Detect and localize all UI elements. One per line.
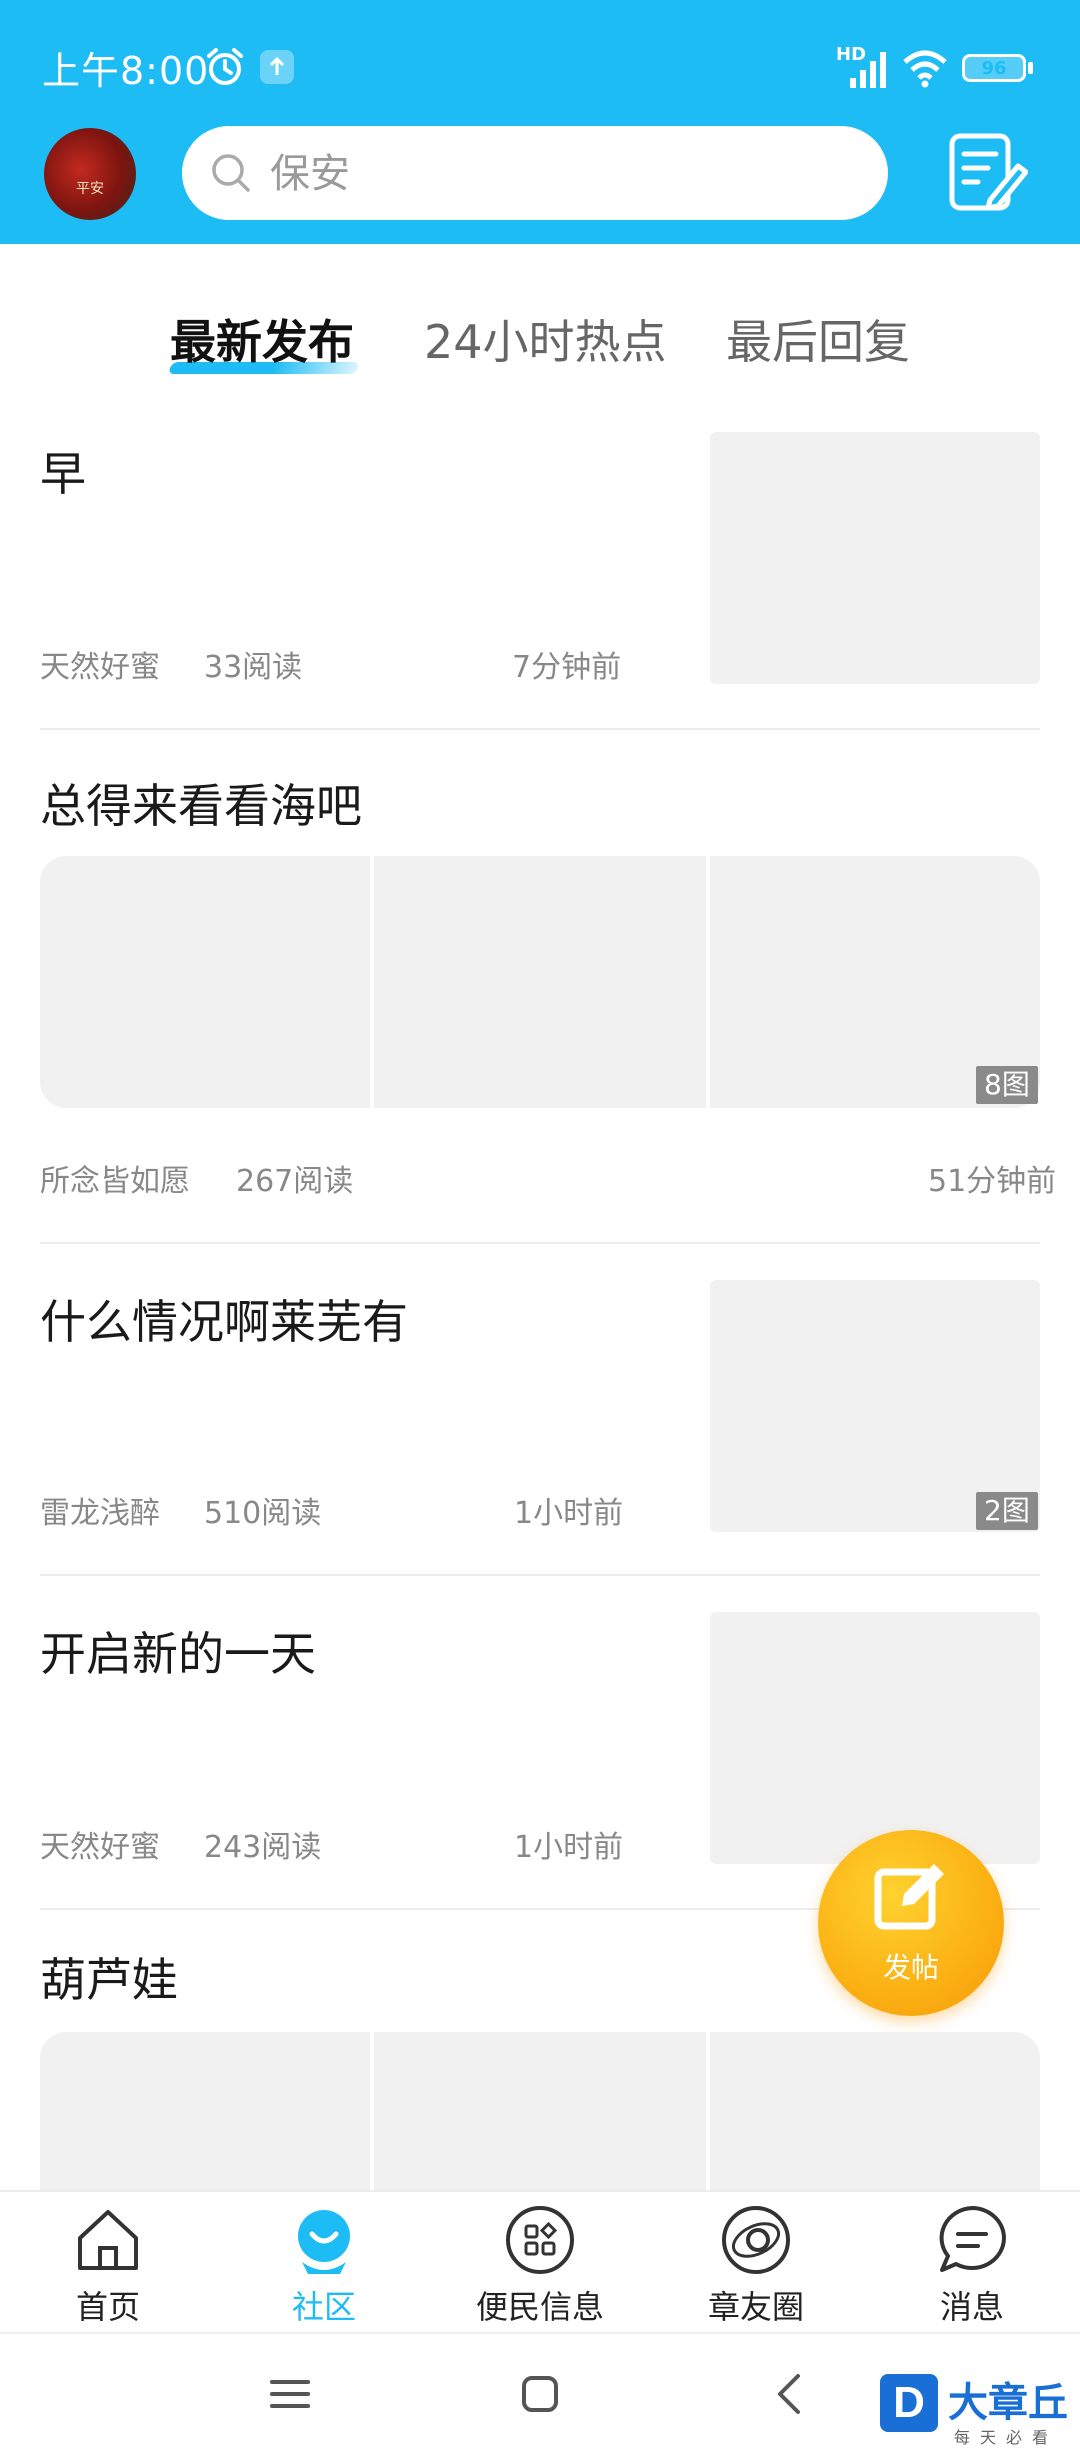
- watermark-subtitle: 每天必看: [954, 2428, 1059, 2447]
- watermark-name: 大章丘: [948, 2380, 1068, 2426]
- post-author[interactable]: 所念皆如愿: [40, 1156, 190, 1200]
- search-bar[interactable]: [182, 126, 888, 220]
- home-button-icon[interactable]: [510, 2364, 570, 2424]
- back-icon[interactable]: [760, 2364, 820, 2424]
- watermark-logo: D 大章丘 每天必看: [876, 2370, 1076, 2456]
- post-title: 早: [40, 447, 86, 501]
- battery-indicator: 96: [962, 54, 1026, 82]
- post-image-grid[interactable]: [40, 856, 1040, 1108]
- new-post-button[interactable]: 发帖: [818, 1830, 1004, 2016]
- nav-label: 社区: [291, 2288, 356, 2326]
- image-count-badge: 8图: [976, 1066, 1038, 1104]
- planet-icon: [722, 2206, 790, 2274]
- post-reads: 243阅读: [204, 1830, 322, 1865]
- post-title: 总得来看看海吧: [40, 779, 362, 833]
- nav-circle[interactable]: 章友圈: [648, 2192, 864, 2334]
- post-thumbnail[interactable]: [710, 1612, 1040, 1864]
- alarm-icon: [207, 48, 243, 85]
- bottom-nav: 首页 社区 便民信息 章友圈 消息: [0, 2190, 1080, 2334]
- watermark-logo-mark: D: [880, 2374, 938, 2432]
- status-time: 上午8:00: [42, 49, 210, 93]
- search-input[interactable]: [268, 146, 852, 202]
- battery-nub: [1028, 62, 1033, 74]
- nav-community[interactable]: 社区: [216, 2192, 432, 2334]
- divider: [40, 1242, 1040, 1244]
- post-reads: 33阅读: [204, 650, 303, 685]
- edit-icon: [874, 1864, 944, 1930]
- signal-icon: [850, 52, 886, 88]
- post-time: 1小时前: [514, 1496, 624, 1531]
- post-reads: 267阅读: [236, 1164, 354, 1199]
- search-icon: [212, 154, 250, 192]
- nav-home[interactable]: 首页: [0, 2192, 216, 2334]
- upload-notification-icon: [260, 50, 294, 84]
- tab-last-reply[interactable]: 最后回复: [726, 306, 910, 372]
- apps-icon: [506, 2206, 574, 2274]
- chat-icon: [939, 2206, 1006, 2272]
- post-item[interactable]: 总得来看看海吧 8图 所念皆如愿 267阅读 51分钟前: [40, 770, 1056, 1250]
- battery-level: 96: [981, 58, 1007, 79]
- divider: [40, 1574, 1040, 1576]
- feed-tabs: 最新发布 24小时热点 最后回复: [0, 290, 1080, 380]
- post-author[interactable]: 雷龙浅醉: [40, 1488, 160, 1532]
- post-author[interactable]: 天然好蜜: [40, 1822, 160, 1866]
- post-time: 51分钟前: [928, 1164, 1057, 1199]
- post-title: 葫芦娃: [40, 1953, 178, 2007]
- nav-label: 首页: [75, 2288, 140, 2326]
- compose-note-icon[interactable]: [946, 130, 1028, 216]
- post-author[interactable]: 天然好蜜: [40, 642, 160, 686]
- avatar[interactable]: 平安: [44, 128, 136, 220]
- community-icon: [298, 2210, 350, 2274]
- app-header: 上午8:00 HD 96 平安: [0, 0, 1080, 244]
- post-thumbnail[interactable]: [710, 432, 1040, 684]
- post-image[interactable]: [40, 2032, 370, 2192]
- status-bar: 上午8:00 HD 96: [0, 0, 1080, 130]
- post-image[interactable]: [710, 2032, 1040, 2192]
- post-item[interactable]: 什么情况啊莱芜有 雷龙浅醉 510阅读 1小时前 2图: [40, 1280, 1040, 1580]
- post-item[interactable]: 早 天然好蜜 33阅读 7分钟前: [40, 432, 1040, 732]
- post-title: 开启新的一天: [40, 1627, 316, 1681]
- post-image-grid[interactable]: [40, 2032, 1040, 2192]
- post-image[interactable]: [374, 2032, 706, 2192]
- nav-services[interactable]: 便民信息: [432, 2192, 648, 2334]
- new-post-label: 发帖: [882, 1951, 939, 1984]
- nav-label: 消息: [939, 2288, 1004, 2326]
- post-time: 1小时前: [514, 1830, 624, 1865]
- post-title: 什么情况啊莱芜有: [40, 1295, 408, 1349]
- tab-latest[interactable]: 最新发布: [170, 306, 354, 372]
- menu-icon[interactable]: [260, 2364, 320, 2424]
- wifi-icon: [903, 50, 947, 88]
- home-icon: [78, 2210, 138, 2270]
- tab-24h-hot[interactable]: 24小时热点: [424, 306, 667, 372]
- post-image[interactable]: [374, 856, 706, 1108]
- nav-label: 章友圈: [707, 2288, 804, 2326]
- nav-label: 便民信息: [475, 2288, 604, 2326]
- post-image[interactable]: [40, 856, 370, 1108]
- image-count-badge: 2图: [976, 1492, 1038, 1530]
- post-reads: 510阅读: [204, 1496, 322, 1531]
- post-time: 7分钟前: [512, 650, 622, 685]
- divider: [40, 728, 1040, 730]
- avatar-text: 平安: [76, 181, 104, 197]
- nav-messages[interactable]: 消息: [864, 2192, 1080, 2334]
